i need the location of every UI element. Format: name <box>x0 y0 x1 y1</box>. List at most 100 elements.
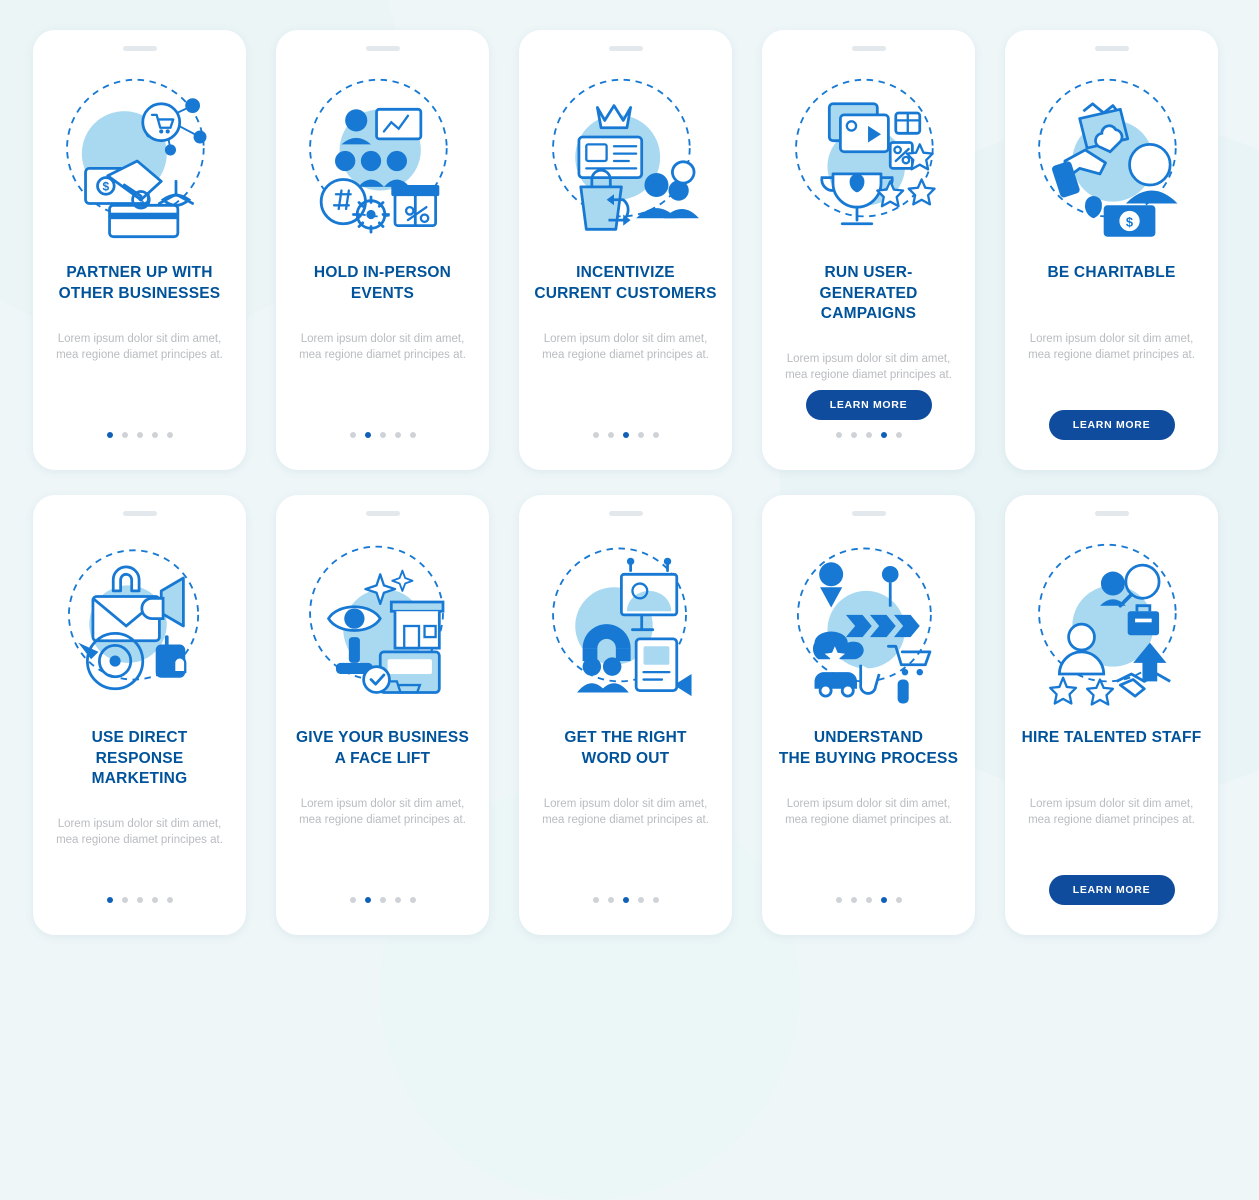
phone-speaker-notch <box>851 511 886 516</box>
svg-text:$: $ <box>102 180 109 194</box>
svg-text:$: $ <box>1125 215 1132 230</box>
card-title: PARTNER UP WITH OTHER BUSINESSES <box>58 264 221 302</box>
card-title: HIRE TALENTED STAFF <box>1021 729 1202 746</box>
card-body-text: Lorem ipsum dolor sit dim amet, mea regi… <box>299 798 466 827</box>
pagination-dot[interactable] <box>409 897 416 903</box>
card-title: RUN USER-GENERATED CAMPAIGNS <box>819 264 918 323</box>
phone-speaker-notch <box>851 46 886 51</box>
card-body-text: Lorem ipsum dolor sit dim amet, mea regi… <box>1028 798 1195 827</box>
pagination-dot[interactable] <box>379 432 386 438</box>
svg-text:$: $ <box>137 195 143 207</box>
pagination-dot[interactable] <box>607 432 614 438</box>
phone-speaker-notch <box>608 46 643 51</box>
pagination-dots[interactable] <box>835 897 902 903</box>
phone-speaker-notch <box>365 511 400 516</box>
card-title: UNDERSTAND THE BUYING PROCESS <box>778 729 959 767</box>
card-title: BE CHARITABLE <box>1047 264 1176 281</box>
pagination-dot[interactable] <box>895 897 902 903</box>
onboarding-card: USE DIRECT RESPONSE MARKETING Lorem ipsum… <box>33 495 246 935</box>
phone-speaker-notch <box>1094 511 1129 516</box>
pagination-dot[interactable] <box>379 897 386 903</box>
pagination-dots[interactable] <box>592 432 659 438</box>
pagination-dot[interactable] <box>136 432 143 438</box>
pagination-dot-active[interactable] <box>364 432 371 438</box>
onboarding-card: $ $ PARTNER UP WITH OTHER BUSINESSES Lore… <box>33 30 246 470</box>
pagination-dot[interactable] <box>637 432 644 438</box>
learn-more-button[interactable]: LEARN MORE <box>805 390 932 420</box>
phone-speaker-notch <box>122 511 157 516</box>
onboarding-card: $ BE CHARITABLE Lorem ipsum dolor sit dim… <box>1005 30 1218 470</box>
pagination-dots[interactable] <box>349 897 416 903</box>
onboarding-screens-grid: $ $ PARTNER UP WITH OTHER BUSINESSES Lore… <box>0 0 1259 965</box>
buying-process-cart-funnel-icon <box>779 530 959 710</box>
pagination-dot[interactable] <box>409 432 416 438</box>
pagination-dot-active[interactable] <box>106 432 113 438</box>
pagination-dot[interactable] <box>835 432 842 438</box>
card-body-text: Lorem ipsum dolor sit dim amet, mea regi… <box>542 333 709 362</box>
card-body-text: Lorem ipsum dolor sit dim amet, mea regi… <box>56 817 223 847</box>
pagination-dot[interactable] <box>865 432 872 438</box>
phone-speaker-notch <box>1094 46 1129 51</box>
card-body-text: Lorem ipsum dolor sit dim amet, mea regi… <box>542 798 709 827</box>
onboarding-card: HIRE TALENTED STAFF Lorem ipsum dolor sit… <box>1005 495 1218 935</box>
pagination-dot[interactable] <box>835 897 842 903</box>
billboard-magnet-audience-icon <box>536 530 716 710</box>
card-title: HOLD IN-PERSON EVENTS <box>313 264 452 302</box>
pagination-dot[interactable] <box>349 432 356 438</box>
phone-speaker-notch <box>122 46 157 51</box>
trophy-video-stars-percent-icon <box>779 65 959 245</box>
pagination-dots[interactable] <box>592 897 659 903</box>
onboarding-card: RUN USER-GENERATED CAMPAIGNS Lorem ipsum … <box>762 30 975 470</box>
pagination-dot[interactable] <box>121 432 128 438</box>
pagination-dot-active[interactable] <box>106 897 113 903</box>
pagination-dot[interactable] <box>121 897 128 903</box>
pagination-dots[interactable] <box>349 432 416 438</box>
pagination-dot[interactable] <box>850 897 857 903</box>
pagination-dot[interactable] <box>850 432 857 438</box>
pagination-dot-active[interactable] <box>622 897 629 903</box>
card-title: GIVE YOUR BUSINESS A FACE LIFT <box>296 729 469 767</box>
pagination-dot[interactable] <box>394 432 401 438</box>
email-megaphone-target-click-icon <box>50 530 230 710</box>
pagination-dot[interactable] <box>394 897 401 903</box>
card-body-text: Lorem ipsum dolor sit dim amet, mea regi… <box>299 333 466 362</box>
card-body-text: Lorem ipsum dolor sit dim amet, mea regi… <box>1028 333 1195 362</box>
pagination-dot-active[interactable] <box>622 432 629 438</box>
pagination-dots[interactable] <box>835 432 902 438</box>
onboarding-card: UNDERSTAND THE BUYING PROCESS Lorem ipsum… <box>762 495 975 935</box>
pagination-dot-active[interactable] <box>880 432 887 438</box>
pagination-dot[interactable] <box>349 897 356 903</box>
pagination-dot[interactable] <box>652 432 659 438</box>
pagination-dot[interactable] <box>592 432 599 438</box>
onboarding-card: GIVE YOUR BUSINESS A FACE LIFT Lorem ipsu… <box>276 495 489 935</box>
pagination-dot[interactable] <box>151 432 158 438</box>
pagination-dot-active[interactable] <box>880 897 887 903</box>
pagination-dot[interactable] <box>637 897 644 903</box>
learn-more-button[interactable]: LEARN MORE <box>1048 875 1175 905</box>
pagination-dot[interactable] <box>652 897 659 903</box>
card-title: INCENTIVIZE CURRENT CUSTOMERS <box>534 264 717 302</box>
charity-hands-heart-money-icon: $ <box>1022 65 1202 245</box>
phone-speaker-notch <box>365 46 400 51</box>
pagination-dot-active[interactable] <box>364 897 371 903</box>
pagination-dots[interactable] <box>106 897 173 903</box>
card-title: GET THE RIGHT WORD OUT <box>564 729 687 767</box>
pagination-dot[interactable] <box>136 897 143 903</box>
card-body-text: Lorem ipsum dolor sit dim amet, mea regi… <box>785 798 952 827</box>
pagination-dot[interactable] <box>607 897 614 903</box>
pagination-dot[interactable] <box>166 897 173 903</box>
phone-speaker-notch <box>608 511 643 516</box>
storefront-eye-rebrand-icon <box>293 530 473 710</box>
card-title: USE DIRECT RESPONSE MARKETING <box>91 729 188 788</box>
hiring-staff-search-handshake-icon <box>1022 530 1202 710</box>
pagination-dots[interactable] <box>106 432 173 438</box>
pagination-dot[interactable] <box>166 432 173 438</box>
pagination-dot[interactable] <box>592 897 599 903</box>
card-body-text: Lorem ipsum dolor sit dim amet, mea regi… <box>56 333 223 362</box>
onboarding-card: HOLD IN-PERSON EVENTS Lorem ipsum dolor s… <box>276 30 489 470</box>
onboarding-card: INCENTIVIZE CURRENT CUSTOMERS Lorem ipsum… <box>519 30 732 470</box>
pagination-dot[interactable] <box>895 432 902 438</box>
pagination-dot[interactable] <box>151 897 158 903</box>
learn-more-button[interactable]: LEARN MORE <box>1048 410 1175 440</box>
pagination-dot[interactable] <box>865 897 872 903</box>
